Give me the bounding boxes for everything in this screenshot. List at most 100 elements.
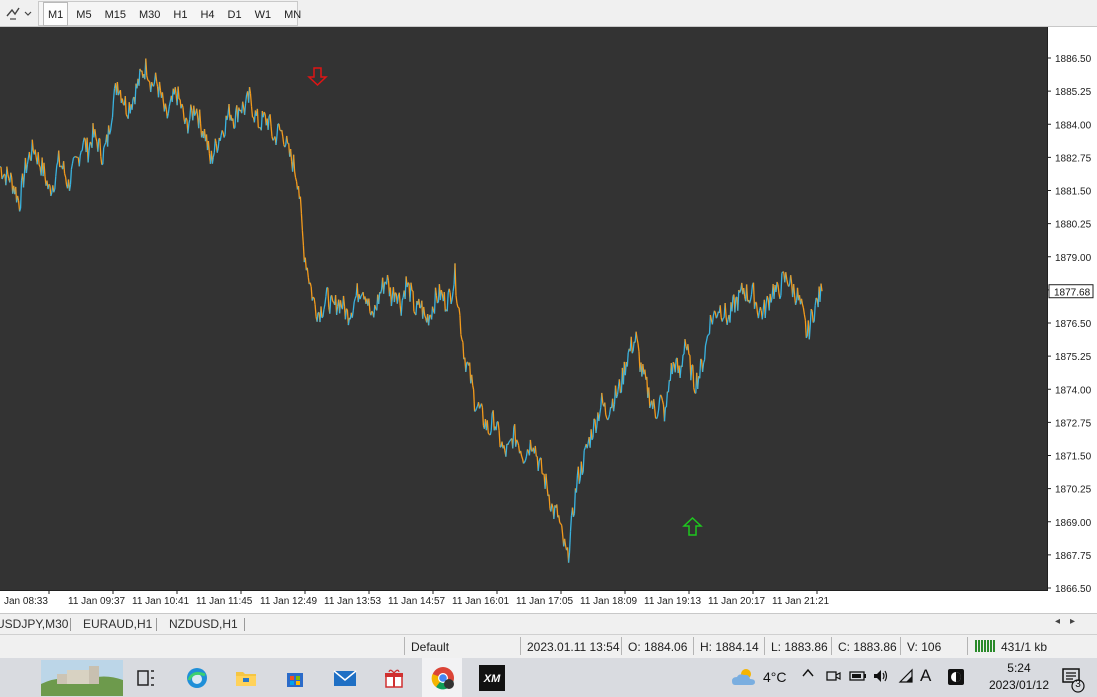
time-tick-label: 11 Jan 10:41 (132, 596, 190, 607)
system-clock[interactable]: 5:24 2023/01/12 (989, 660, 1049, 694)
timeframe-h1[interactable]: H1 (168, 2, 192, 26)
status-divider (967, 637, 968, 655)
price-tick-label: 1871.50 (1055, 452, 1092, 463)
price-segment (654, 408, 657, 419)
gift-app-icon[interactable] (381, 665, 407, 691)
chart-tabs: USDJPY,M30 EURAUD,H1 NZDUSD,H1 ◂▸ (0, 613, 1097, 633)
price-segment (749, 294, 753, 300)
price-segment (38, 164, 41, 168)
status-profile: Default (411, 640, 450, 654)
price-segment (700, 358, 703, 361)
mail-icon[interactable] (332, 665, 358, 691)
price-segment (567, 552, 571, 563)
price-segment (516, 439, 519, 443)
ime-indicator[interactable]: A (920, 666, 931, 686)
svg-text:XM: XM (483, 673, 501, 685)
price-segment (148, 80, 151, 83)
price-segment (436, 301, 439, 304)
price-segment (394, 292, 397, 295)
tab-scroll-arrows[interactable]: ◂▸ (1055, 616, 1085, 627)
battery-icon[interactable] (848, 667, 868, 688)
price-segment (234, 110, 237, 128)
price-segment (411, 289, 414, 292)
price-segment (434, 287, 438, 296)
status-divider (520, 637, 521, 655)
price-segment (682, 353, 685, 356)
current-price-label: 1877.68 (1048, 284, 1094, 299)
price-segment (69, 169, 73, 185)
price-segment (110, 116, 114, 123)
price-tick-label: 1880.25 (1055, 220, 1092, 231)
time-tick-label: Jan 08:33 (4, 596, 48, 607)
price-segment (124, 96, 127, 115)
price-segment (475, 405, 479, 409)
price-segment (56, 161, 59, 166)
tab-divider (70, 618, 71, 631)
price-segment (6, 166, 9, 175)
xm-trading-app-icon[interactable]: XM (479, 665, 505, 691)
chart-plot-area[interactable] (0, 27, 1047, 590)
time-tick-label: 11 Jan 12:49 (260, 596, 318, 607)
price-segment (371, 310, 374, 314)
app-tray-icon[interactable] (946, 667, 966, 690)
weather-cloud-icon[interactable] (730, 665, 758, 692)
terminal-window: M1 M5 M15 M30 H1 H4 D1 W1 MN 1886.50 1885… (0, 0, 1097, 697)
chrome-browser-icon[interactable] (430, 665, 456, 691)
price-segment (1, 177, 4, 180)
chevron-up-icon[interactable] (802, 666, 814, 683)
tab-nzdusd[interactable]: NZDUSD,H1 (169, 617, 238, 631)
price-segment (284, 144, 287, 148)
connection-bars-icon[interactable] (974, 638, 998, 657)
tab-euraud[interactable]: EURAUD,H1 (83, 617, 152, 631)
price-segment (407, 282, 410, 284)
wifi-icon[interactable] (897, 667, 915, 688)
edge-browser-icon[interactable] (184, 665, 210, 691)
price-tick-label: 1882.75 (1055, 153, 1092, 164)
timeframe-m1[interactable]: M1 (43, 1, 69, 26)
timeframe-mn[interactable]: MN (279, 2, 306, 26)
price-segment (174, 87, 177, 94)
price-segment (256, 108, 259, 128)
price-segment (125, 114, 128, 117)
time-tick-label: 11 Jan 17:05 (516, 596, 574, 607)
weather-widget-icon[interactable] (41, 660, 123, 696)
timeframe-m15[interactable]: M15 (100, 2, 131, 26)
price-chart-svg[interactable]: 1886.50 1885.25 1884.00 1882.75 1881.50 1880.… (0, 27, 1097, 613)
price-segment (102, 147, 105, 165)
price-segment (809, 309, 812, 325)
price-segment (263, 111, 266, 115)
file-explorer-icon[interactable] (233, 665, 259, 691)
task-view-icon[interactable] (133, 665, 159, 691)
price-tick-label: 1886.50 (1055, 54, 1092, 65)
microsoft-store-icon[interactable] (282, 665, 308, 691)
timeframe-h4[interactable]: H4 (195, 2, 219, 26)
price-segment (474, 410, 476, 412)
price-chart[interactable]: 1886.50 1885.25 1884.00 1882.75 1881.50 1880.… (0, 27, 1097, 613)
drawing-tools-icon[interactable] (4, 4, 34, 22)
price-segment (509, 439, 512, 442)
timeframe-w1[interactable]: W1 (250, 2, 277, 26)
price-segment (59, 165, 62, 168)
price-segment (352, 301, 355, 311)
price-segment (75, 155, 77, 158)
price-segment (526, 449, 529, 452)
meet-camera-icon[interactable] (825, 667, 841, 688)
price-segment (28, 151, 31, 160)
status-low: L: 1883.86 (771, 640, 828, 654)
price-tick-label: 1884.00 (1055, 120, 1092, 131)
status-traffic: 431/1 kb (1001, 640, 1048, 654)
timeframe-m5[interactable]: M5 (71, 2, 96, 26)
price-segment (812, 321, 815, 324)
weather-temperature[interactable]: 4°C (763, 669, 787, 685)
price-segment (631, 350, 634, 354)
timeframe-toolbar: M1 M5 M15 M30 H1 H4 D1 W1 MN (0, 0, 1097, 27)
price-segment (508, 440, 511, 443)
price-tick-label: 1879.00 (1055, 253, 1092, 264)
timeframe-d1[interactable]: D1 (223, 2, 247, 26)
notification-center-icon[interactable]: 3 (1061, 667, 1085, 693)
volume-icon[interactable] (872, 667, 890, 688)
time-tick-label: 11 Jan 20:17 (708, 596, 766, 607)
tab-usdjpy[interactable]: USDJPY,M30 (0, 617, 68, 631)
timeframe-m30[interactable]: M30 (134, 2, 165, 26)
time-tick-label: 11 Jan 18:09 (580, 596, 638, 607)
